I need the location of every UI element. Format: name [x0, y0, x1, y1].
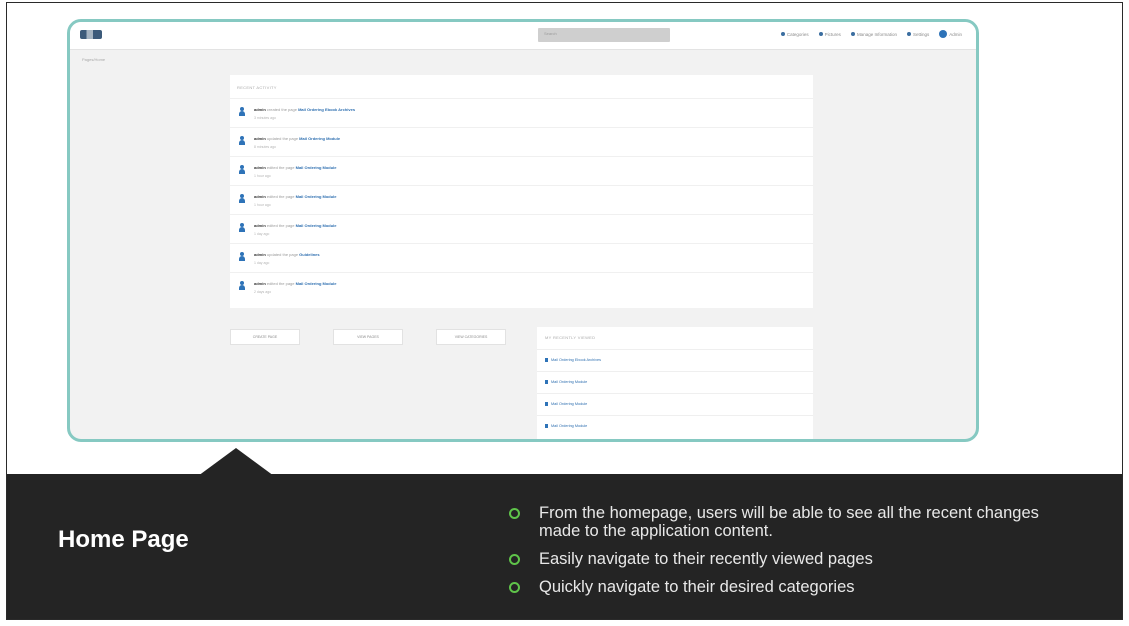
- caption-band: Home Page From the homepage, users will …: [7, 474, 1122, 619]
- circle-bullet-icon: [509, 554, 520, 565]
- activity-item: admin edited the page Mail Ordering Modu…: [230, 185, 813, 215]
- user-avatar-icon: [239, 136, 245, 145]
- activity-item: admin updated the page Mail Ordering Mod…: [230, 127, 813, 157]
- activity-user[interactable]: admin: [254, 194, 266, 199]
- activity-time: 1 day ago: [254, 261, 270, 265]
- activity-item: admin created the page Mail Ordering Ebo…: [230, 98, 813, 128]
- recent-item-label: Mail Ordering Module: [551, 380, 588, 384]
- nav-item-admin[interactable]: Admin: [939, 30, 962, 38]
- slide-title: Home Page: [58, 526, 189, 553]
- activity-target-link[interactable]: Mail Ordering Module: [296, 194, 337, 199]
- nav-label: Manage Information: [856, 31, 897, 37]
- activity-item: admin edited the page Mail Ordering Modu…: [230, 272, 813, 302]
- circle-bullet-icon: [509, 582, 520, 593]
- recent-item-label: Mail Ordering Module: [551, 402, 588, 406]
- user-icon: [939, 30, 948, 38]
- top-nav: Categories Pictures Manage Information S…: [780, 30, 962, 38]
- app-logo[interactable]: [80, 30, 106, 39]
- bullet-text: Quickly navigate to their desired catego…: [539, 578, 855, 596]
- activity-user[interactable]: admin: [254, 107, 266, 112]
- activity-action: edited the page: [266, 223, 295, 228]
- activity-item: admin edited the page Mail Ordering Modu…: [230, 214, 813, 244]
- circle-bullet-icon: [509, 508, 520, 519]
- page-icon: [545, 380, 548, 384]
- bullet-item: From the homepage, users will be able to…: [507, 504, 1047, 540]
- activity-time: 1 day ago: [254, 232, 270, 236]
- user-avatar-icon: [239, 107, 245, 116]
- activity-user[interactable]: admin: [254, 223, 266, 228]
- search-input[interactable]: Search: [538, 28, 670, 42]
- recently-viewed-panel: MY RECENTLY VIEWED Mail Ordering Ebook A…: [537, 327, 813, 439]
- activity-user[interactable]: admin: [254, 136, 266, 141]
- bullet-list: From the homepage, users will be able to…: [507, 504, 1047, 606]
- nav-label: Pictures: [824, 31, 841, 37]
- view-pages-button[interactable]: VIEW PAGES: [333, 329, 403, 345]
- activity-target-link[interactable]: Mail Ordering Module: [296, 223, 337, 228]
- recent-activity-panel: RECENT ACTIVITY admin created the page M…: [230, 75, 813, 308]
- recently-viewed-title: MY RECENTLY VIEWED: [545, 335, 596, 340]
- recent-item[interactable]: Mail Ordering Module: [537, 371, 813, 394]
- app-screenshot: Search Categories Pictures Manage Inform…: [67, 19, 979, 442]
- recent-item[interactable]: Mail Ordering Ebook Archives: [537, 349, 813, 372]
- recent-item-label: Mail Ordering Ebook Archives: [551, 358, 602, 362]
- image-icon: [818, 32, 823, 36]
- activity-time: 1 hour ago: [254, 174, 271, 178]
- view-categories-button[interactable]: VIEW CATEGORIES: [436, 329, 506, 345]
- activity-time: 1 hour ago: [254, 203, 271, 207]
- activity-time: 8 minutes ago: [254, 145, 276, 149]
- slide-frame: Search Categories Pictures Manage Inform…: [6, 2, 1123, 620]
- nav-label: Admin: [949, 31, 962, 37]
- activity-item: admin updated the page Guidelines 1 day …: [230, 243, 813, 273]
- bullet-item: Easily navigate to their recently viewed…: [507, 550, 1047, 568]
- callout-pointer: [198, 448, 274, 476]
- page-icon: [545, 358, 548, 362]
- activity-user[interactable]: admin: [254, 281, 266, 286]
- user-avatar-icon: [239, 194, 245, 203]
- activity-target-link[interactable]: Mail Ordering Ebook Archives: [298, 107, 355, 112]
- nav-item-pictures[interactable]: Pictures: [818, 31, 841, 37]
- activity-action: edited the page: [266, 281, 295, 286]
- search-placeholder: Search: [544, 31, 557, 36]
- breadcrumb[interactable]: Pages/Home: [82, 57, 105, 62]
- activity-user[interactable]: admin: [254, 252, 266, 257]
- user-avatar-icon: [239, 281, 245, 290]
- user-avatar-icon: [239, 165, 245, 174]
- activity-action: updated the page: [266, 136, 299, 141]
- activity-action: created the page: [266, 107, 297, 112]
- bullet-text: From the homepage, users will be able to…: [539, 504, 1039, 540]
- activity-action: edited the page: [266, 165, 295, 170]
- nav-label: Categories: [786, 31, 809, 37]
- nav-item-categories[interactable]: Categories: [780, 31, 809, 37]
- nav-label: Settings: [912, 31, 930, 37]
- recent-item[interactable]: Mail Ordering Module: [537, 393, 813, 416]
- activity-action: updated the page: [266, 252, 299, 257]
- activity-time: 3 minutes ago: [254, 116, 276, 120]
- bullet-text: Easily navigate to their recently viewed…: [539, 550, 873, 568]
- nav-item-settings[interactable]: Settings: [906, 31, 930, 37]
- page-icon: [545, 424, 548, 428]
- activity-target-link[interactable]: Mail Ordering Module: [296, 281, 337, 286]
- activity-target-link[interactable]: Mail Ordering Module: [296, 165, 337, 170]
- user-avatar-icon: [239, 252, 245, 261]
- activity-target-link[interactable]: Guidelines: [299, 252, 319, 257]
- activity-item: admin edited the page Mail Ordering Modu…: [230, 156, 813, 186]
- create-page-button[interactable]: CREATE PAGE: [230, 329, 300, 345]
- activity-user[interactable]: admin: [254, 165, 266, 170]
- gear-icon: [906, 32, 911, 36]
- activity-time: 2 days ago: [254, 290, 272, 294]
- list-icon: [780, 32, 785, 36]
- bullet-item: Quickly navigate to their desired catego…: [507, 578, 1047, 596]
- nav-item-manage-information[interactable]: Manage Information: [850, 31, 897, 37]
- activity-target-link[interactable]: Mail Ordering Module: [299, 136, 340, 141]
- folder-icon: [850, 32, 855, 36]
- activity-action: edited the page: [266, 194, 295, 199]
- user-avatar-icon: [239, 223, 245, 232]
- app-header: Search Categories Pictures Manage Inform…: [70, 22, 976, 50]
- recent-item-label: Mail Ordering Module: [551, 424, 588, 428]
- recent-item[interactable]: Mail Ordering Module: [537, 415, 813, 438]
- page-icon: [545, 402, 548, 406]
- activity-title: RECENT ACTIVITY: [237, 85, 277, 90]
- logo-mark-icon: [80, 30, 102, 39]
